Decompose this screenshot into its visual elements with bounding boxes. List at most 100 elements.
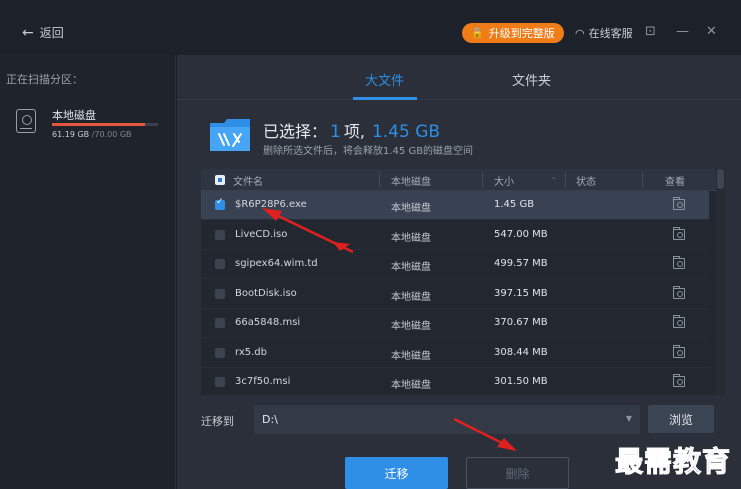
header-divider	[379, 173, 380, 187]
table-header: 文件名 本地磁盘 大小 - 状态 查看	[201, 169, 725, 191]
file-location: 本地磁盘	[391, 232, 431, 244]
selection-note: 删除所选文件后，将会释放1.45 GB的磁盘空间	[263, 146, 474, 157]
main-panel: 大文件 文件夹 已选择： 1 项, 1.45 GB 删除所选文件后，将会释放1.…	[177, 55, 741, 489]
folder-icon	[210, 119, 250, 151]
file-name: LiveCD.iso	[235, 228, 288, 240]
selection-unit: 项,	[343, 122, 365, 141]
destination-path-field[interactable]: D:\ ▼	[254, 405, 640, 434]
sort-icon: -	[552, 173, 556, 184]
delete-button[interactable]: 删除	[466, 457, 569, 489]
file-size: 370.67 MB	[494, 317, 548, 328]
preview-icon[interactable]	[673, 197, 685, 210]
lock-icon: 🔒	[471, 27, 484, 39]
table-row[interactable]: 3c7f50.msi 本地磁盘 301.50 MB	[201, 368, 709, 395]
file-size: 397.15 MB	[494, 287, 548, 299]
file-name: 66a5848.msi	[235, 317, 301, 328]
preview-icon[interactable]	[673, 285, 685, 299]
online-service-button[interactable]: ◠ 在线客服	[575, 25, 633, 41]
disk-item[interactable]: 本地磁盘 61.19 GB /70.00 GB	[16, 107, 166, 147]
browse-button[interactable]: 浏览	[648, 405, 714, 433]
headset-icon: ◠	[575, 26, 585, 40]
table-scrollbar[interactable]	[716, 169, 725, 395]
watermark: 最需教育	[614, 445, 732, 479]
disk-usage-bar	[52, 123, 158, 126]
table-row[interactable]: rx5.db 本地磁盘 308.44 MB	[201, 339, 709, 368]
back-label: 返回	[39, 26, 64, 40]
file-name: 3c7f50.msi	[235, 376, 291, 387]
header-location[interactable]: 本地磁盘	[391, 173, 431, 188]
preview-icon[interactable]	[673, 315, 685, 328]
table-row[interactable]: BootDisk.iso 本地磁盘 397.15 MB	[201, 280, 709, 309]
back-arrow-icon: ←	[22, 24, 34, 41]
file-size: 308.44 MB	[494, 346, 548, 358]
scrollbar-thumb[interactable]	[717, 169, 724, 189]
table-row[interactable]: $R6P28P6.exe 本地磁盘 1.45 GB	[201, 191, 709, 220]
preview-icon[interactable]	[673, 226, 685, 240]
file-name: sgipex64.wim.td	[235, 258, 318, 269]
disk-size: 61.19 GB /70.00 GB	[52, 130, 132, 139]
selection-size: 1.45 GB	[371, 122, 441, 142]
preview-icon[interactable]	[673, 374, 685, 387]
file-size: 1.45 GB	[494, 199, 535, 210]
header-divider	[482, 173, 483, 187]
preview-icon[interactable]	[673, 256, 685, 269]
selection-count: 1	[330, 122, 341, 142]
file-size: 499.57 MB	[494, 258, 548, 269]
file-table: 文件名 本地磁盘 大小 - 状态 查看 $R6P28P6.exe 本地磁盘 1.45…	[201, 169, 725, 395]
upgrade-button[interactable]: 🔒 升级到完整版	[462, 23, 564, 43]
file-size: 301.50 MB	[494, 376, 548, 387]
header-divider	[565, 173, 566, 187]
hard-disk-icon	[16, 109, 36, 133]
title-bar: ← 返回 🔒 升级到完整版 ◠ 在线客服 ⊡ — ✕	[0, 0, 741, 55]
header-size[interactable]: 大小	[494, 173, 514, 188]
file-location: 本地磁盘	[391, 203, 431, 214]
select-all-checkbox[interactable]	[215, 175, 225, 185]
disk-usage-fill	[52, 123, 145, 126]
file-name: $R6P28P6.exe	[235, 199, 307, 210]
destination-path: D:\	[262, 413, 278, 426]
preview-icon[interactable]	[673, 344, 685, 358]
chevron-down-icon[interactable]: ▼	[626, 414, 632, 423]
upgrade-label: 升级到完整版	[488, 27, 555, 40]
scan-title: 正在扫描分区：	[6, 73, 83, 86]
table-row[interactable]: LiveCD.iso 本地磁盘 547.00 MB	[201, 221, 709, 250]
file-name: rx5.db	[235, 346, 267, 358]
table-row[interactable]: 66a5848.msi 本地磁盘 370.67 MB	[201, 309, 709, 338]
file-location: 本地磁盘	[391, 350, 431, 362]
menu-box-icon[interactable]: ⊡	[645, 24, 656, 40]
disk-used: 61.19 GB	[52, 130, 90, 139]
disk-total: /70.00 GB	[91, 130, 132, 139]
file-location: 本地磁盘	[391, 291, 431, 303]
selection-prefix: 已选择：	[263, 122, 328, 141]
file-location: 本地磁盘	[391, 262, 431, 273]
header-name[interactable]: 文件名	[233, 173, 263, 188]
close-icon[interactable]: ✕	[706, 24, 717, 40]
back-button[interactable]: ← 返回	[22, 24, 64, 41]
row-checkbox[interactable]	[215, 288, 225, 299]
minimize-icon[interactable]: —	[676, 24, 689, 40]
row-checkbox[interactable]	[215, 318, 225, 328]
file-location: 本地磁盘	[391, 321, 431, 332]
table-row[interactable]: sgipex64.wim.td 本地磁盘 499.57 MB	[201, 250, 709, 279]
tab-large-files[interactable]: 大文件	[365, 70, 404, 89]
selection-summary: 已选择： 1 项, 1.45 GB	[263, 118, 440, 142]
row-checkbox[interactable]	[215, 259, 225, 269]
service-label: 在线客服	[588, 27, 633, 40]
header-divider	[642, 173, 643, 187]
move-to-label: 迁移到	[201, 415, 234, 428]
migrate-button[interactable]: 迁移	[345, 457, 448, 489]
partition-panel: 正在扫描分区： 本地磁盘 61.19 GB /70.00 GB	[0, 55, 176, 489]
header-status[interactable]: 状态	[576, 173, 596, 188]
row-checkbox[interactable]	[215, 377, 225, 387]
file-location: 本地磁盘	[391, 380, 431, 391]
tab-bar: 大文件 文件夹	[177, 55, 741, 100]
row-checkbox[interactable]	[215, 229, 225, 240]
row-checkbox[interactable]	[215, 197, 225, 210]
file-name: BootDisk.iso	[235, 287, 297, 299]
file-size: 547.00 MB	[494, 228, 548, 240]
tab-folders[interactable]: 文件夹	[512, 70, 551, 89]
header-view: 查看	[665, 177, 685, 188]
active-tab-indicator	[353, 97, 417, 100]
row-checkbox[interactable]	[215, 347, 225, 358]
disk-name: 本地磁盘	[52, 109, 96, 122]
